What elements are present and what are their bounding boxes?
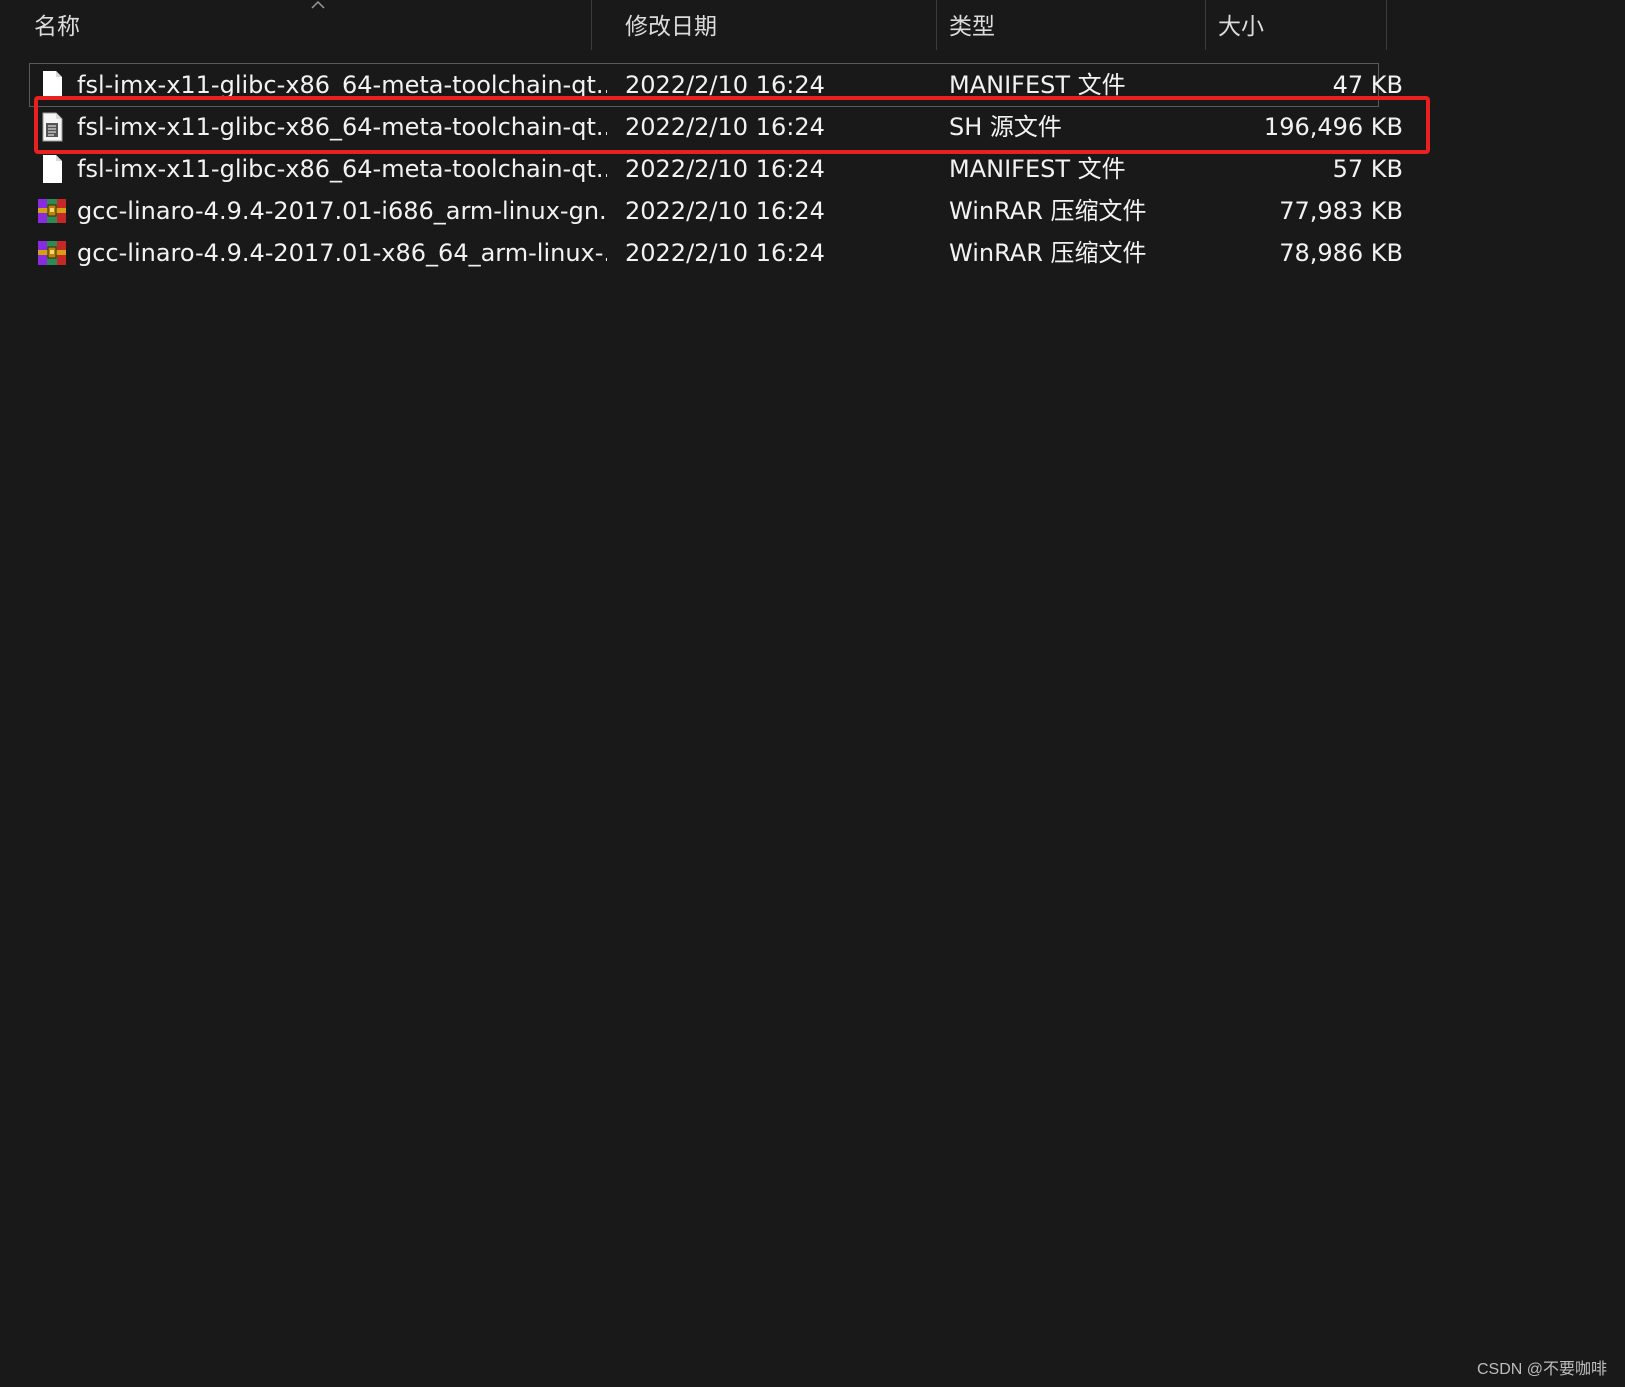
file-row[interactable]: fsl-imx-x11-glibc-x86_64-meta-toolchain-… bbox=[30, 148, 1403, 190]
file-name: gcc-linaro-4.9.4-2017.01-i686_arm-linux-… bbox=[77, 197, 607, 225]
file-type: WinRAR 压缩文件 bbox=[949, 239, 1147, 267]
file-date: 2022/2/10 16:24 bbox=[625, 155, 825, 183]
winrar-archive-icon bbox=[36, 237, 68, 269]
file-size: 77,983 KB bbox=[1279, 197, 1403, 225]
file-type: MANIFEST 文件 bbox=[949, 71, 1126, 99]
file-name: gcc-linaro-4.9.4-2017.01-x86_64_arm-linu… bbox=[77, 239, 607, 267]
file-name: fsl-imx-x11-glibc-x86_64-meta-toolchain-… bbox=[77, 71, 607, 99]
column-header-bar: 名称 修改日期 类型 大小 bbox=[0, 0, 1388, 52]
blank-file-icon bbox=[36, 153, 68, 185]
file-type: MANIFEST 文件 bbox=[949, 155, 1126, 183]
file-explorer-list: 名称 修改日期 类型 大小 fsl-imx-x11-glibc-x86_64-m… bbox=[0, 0, 1625, 1387]
watermark: CSDN @不要咖啡 bbox=[1476, 1361, 1607, 1378]
file-row[interactable]: fsl-imx-x11-glibc-x86_64-meta-toolchain-… bbox=[30, 106, 1403, 148]
file-name: fsl-imx-x11-glibc-x86_64-meta-toolchain-… bbox=[77, 155, 607, 183]
file-row[interactable]: gcc-linaro-4.9.4-2017.01-i686_arm-linux-… bbox=[30, 190, 1403, 232]
file-name: fsl-imx-x11-glibc-x86_64-meta-toolchain-… bbox=[77, 113, 607, 141]
column-divider[interactable] bbox=[1386, 0, 1387, 50]
file-row[interactable]: fsl-imx-x11-glibc-x86_64-meta-toolchain-… bbox=[29, 63, 1403, 107]
file-date: 2022/2/10 16:24 bbox=[625, 71, 825, 99]
winrar-archive-icon bbox=[36, 195, 68, 227]
file-type: SH 源文件 bbox=[949, 113, 1062, 141]
file-date: 2022/2/10 16:24 bbox=[625, 113, 825, 141]
file-size: 78,986 KB bbox=[1279, 239, 1403, 267]
blank-file-icon bbox=[36, 69, 68, 101]
file-date: 2022/2/10 16:24 bbox=[625, 197, 825, 225]
file-size: 47 KB bbox=[1332, 71, 1403, 99]
file-size: 57 KB bbox=[1332, 155, 1403, 183]
chevron-up-icon bbox=[311, 0, 325, 9]
column-divider[interactable] bbox=[591, 0, 592, 50]
script-file-icon bbox=[36, 111, 68, 143]
file-row[interactable]: gcc-linaro-4.9.4-2017.01-x86_64_arm-linu… bbox=[30, 232, 1403, 274]
file-type: WinRAR 压缩文件 bbox=[949, 197, 1147, 225]
file-date: 2022/2/10 16:24 bbox=[625, 239, 825, 267]
column-header-type[interactable]: 类型 bbox=[937, 0, 1205, 52]
file-size: 196,496 KB bbox=[1263, 113, 1403, 141]
column-header-size[interactable]: 大小 bbox=[1206, 0, 1387, 52]
column-header-date[interactable]: 修改日期 bbox=[613, 0, 936, 52]
